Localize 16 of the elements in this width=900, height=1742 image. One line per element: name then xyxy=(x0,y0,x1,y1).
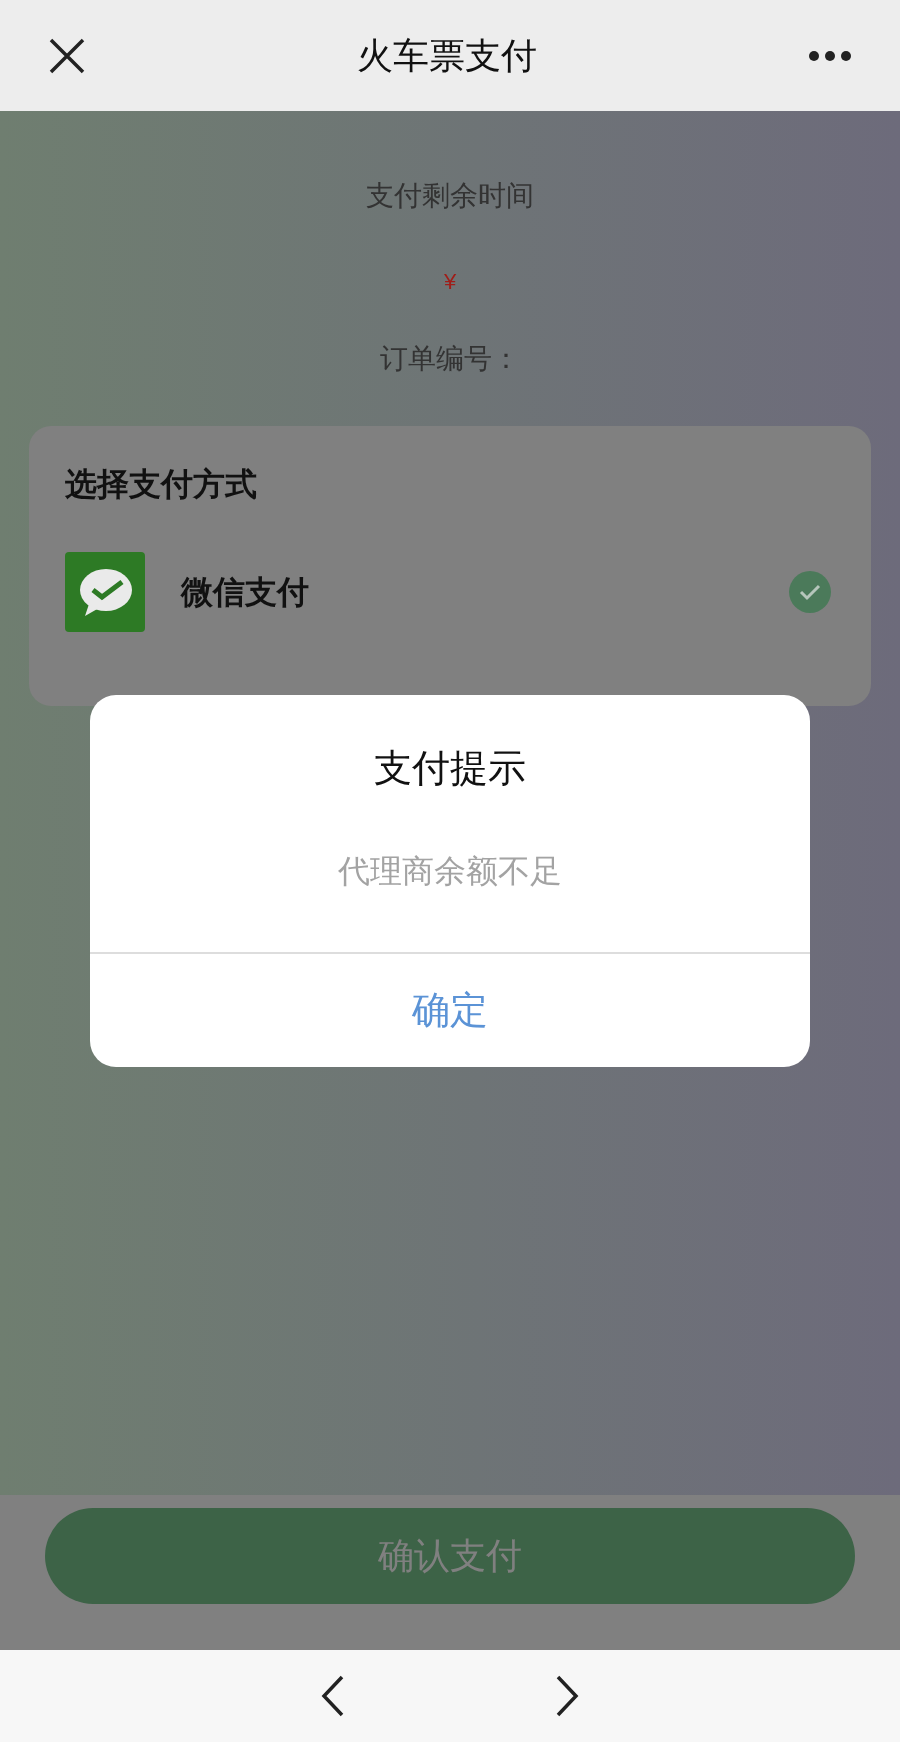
confirm-pay-button[interactable]: 确认支付 xyxy=(45,1508,855,1604)
ok-button[interactable]: 确定 xyxy=(90,954,810,1067)
close-icon[interactable] xyxy=(48,36,86,75)
payment-option[interactable]: 微信支付 xyxy=(65,552,835,632)
amount-text: ¥ xyxy=(443,268,457,296)
forward-icon[interactable] xyxy=(555,1675,579,1717)
timer-label: 支付剩余时间 xyxy=(366,179,534,213)
order-label: 订单编号： xyxy=(380,342,520,376)
more-icon[interactable] xyxy=(808,49,852,62)
chat-bubble-icon xyxy=(65,552,145,632)
dialog-title: 支付提示 xyxy=(374,746,526,791)
back-icon[interactable] xyxy=(321,1675,345,1717)
dialog-message: 代理商余额不足 xyxy=(338,852,562,891)
card-title: 选择支付方式 xyxy=(65,465,258,504)
page-title: 火车票支付 xyxy=(357,33,537,78)
option-label: 微信支付 xyxy=(181,573,310,612)
